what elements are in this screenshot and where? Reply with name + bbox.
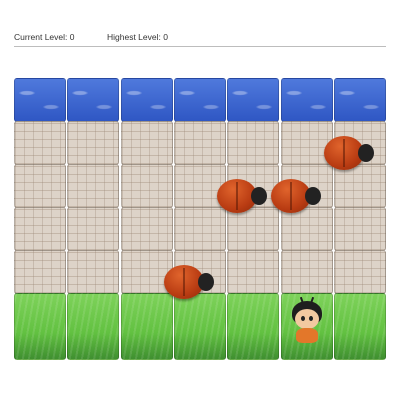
water-tile — [120, 78, 173, 122]
ladybug-head — [357, 144, 374, 162]
ladybug-head — [304, 187, 321, 205]
stone-tile — [67, 250, 120, 294]
player-face — [294, 309, 319, 329]
stone-tile — [333, 164, 386, 208]
ladybug-head — [251, 187, 268, 205]
ladybug-enemy — [217, 179, 268, 213]
stone-tile — [14, 250, 66, 294]
grass-tile — [333, 293, 386, 360]
grass-tile — [173, 293, 226, 360]
stone-tile — [333, 207, 386, 251]
water-tile — [280, 78, 333, 122]
water-tile — [333, 78, 386, 122]
stone-tile — [67, 207, 120, 251]
water-tile — [14, 78, 66, 122]
ladybug-enemy — [163, 265, 214, 299]
ladybug-enemy — [323, 136, 374, 170]
player-shirt — [295, 328, 318, 343]
ladybug-enemy — [270, 179, 321, 213]
stone-tile — [227, 250, 280, 294]
current-level-label: Current Level: 0 — [14, 32, 75, 42]
grass-tile — [120, 293, 173, 360]
water-tile — [173, 78, 226, 122]
stone-tile — [14, 121, 66, 165]
stone-tile — [173, 121, 226, 165]
player-character[interactable] — [287, 296, 327, 347]
ladybug-head — [197, 273, 214, 291]
water-tile — [67, 78, 120, 122]
stone-tile — [67, 121, 120, 165]
hud-bar: Current Level: 0 Highest Level: 0 — [14, 28, 386, 47]
grass-tile — [227, 293, 280, 360]
grass-tile — [67, 293, 120, 360]
stone-tile — [333, 250, 386, 294]
stone-tile — [14, 164, 66, 208]
game-board[interactable] — [14, 78, 387, 360]
stone-tile — [120, 164, 173, 208]
stone-tile — [120, 207, 173, 251]
player-eye-l — [300, 316, 305, 321]
player-eye-r — [308, 316, 313, 321]
grass-tile — [14, 293, 66, 360]
stone-tile — [173, 207, 226, 251]
highest-level-label: Highest Level: 0 — [107, 32, 168, 42]
stone-tile — [120, 121, 173, 165]
stone-tile — [14, 207, 66, 251]
stone-tile — [280, 207, 333, 251]
stone-tile — [227, 207, 280, 251]
stone-tile — [227, 121, 280, 165]
stone-tile — [67, 164, 120, 208]
stone-tile — [280, 250, 333, 294]
water-tile — [227, 78, 280, 122]
